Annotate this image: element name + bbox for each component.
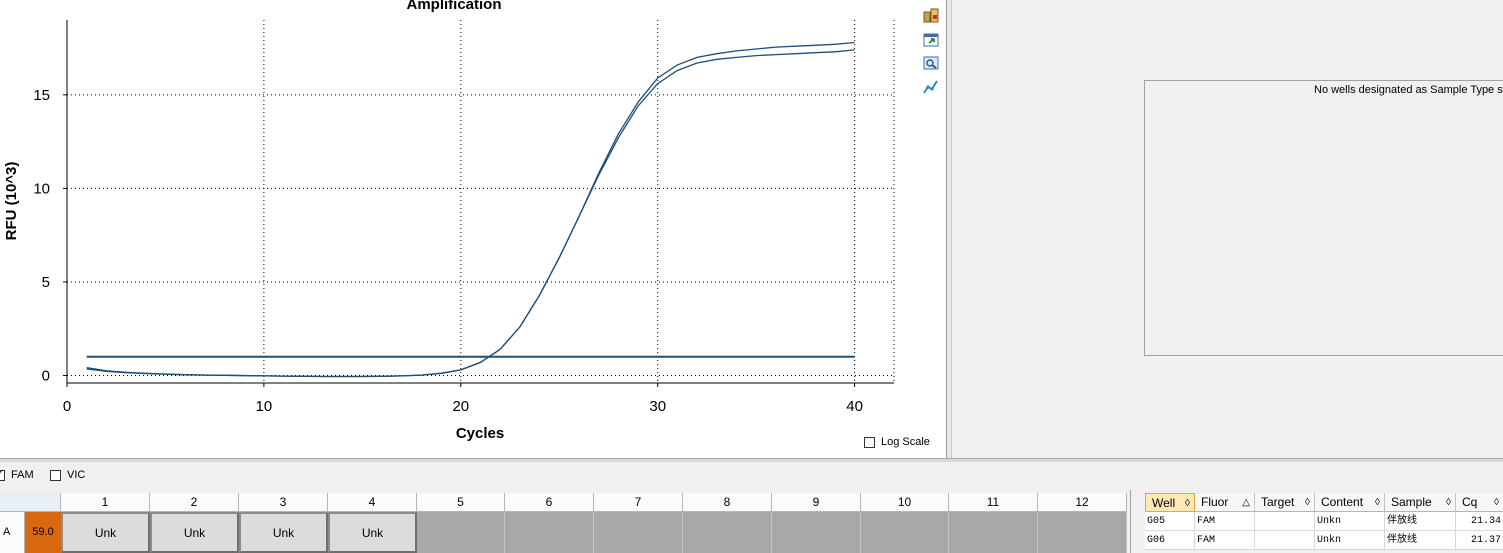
fam-checkbox[interactable]: [0, 467, 5, 481]
table-cell-well[interactable]: G06: [1145, 531, 1195, 550]
x-tick-label: 40: [846, 398, 863, 415]
well-a11[interactable]: [949, 512, 1038, 553]
table-cell-sample[interactable]: 伴放线: [1385, 512, 1456, 531]
column-header-3[interactable]: 3: [239, 493, 328, 512]
col-header-target[interactable]: Target ◊: [1255, 493, 1315, 512]
log-scale-toggle[interactable]: Log Scale: [864, 434, 930, 450]
table-cell-target[interactable]: [1255, 512, 1315, 531]
y-axis-title: RFU (10^3): [3, 162, 20, 241]
well-a4[interactable]: Unk: [328, 512, 417, 553]
amplification-curve-1: [86, 49, 855, 378]
well-a8[interactable]: [683, 512, 772, 553]
vic-label: VIC: [67, 469, 86, 481]
column-header-8[interactable]: 8: [683, 493, 772, 512]
zoom-chart-icon[interactable]: [922, 54, 940, 72]
x-tick-label: 0: [63, 398, 71, 415]
amplification-chart-panel: Amplification 0 10 20 30 40 0 5 10 15 Cycles RFU…: [0, 0, 946, 458]
col-header-cq[interactable]: Cq ◊: [1456, 493, 1503, 512]
chart-axes: [63, 20, 894, 387]
vic-toggle[interactable]: VIC: [50, 469, 85, 481]
fam-label: FAM: [11, 469, 34, 481]
well-a2[interactable]: Unk: [150, 512, 239, 553]
x-tick-label: 20: [452, 398, 469, 415]
col-header-well[interactable]: Well ◊: [1145, 493, 1195, 512]
plate-corner[interactable]: [0, 493, 61, 512]
trace-style-icon[interactable]: [922, 78, 940, 96]
log-scale-label: Log Scale: [881, 436, 930, 448]
col-header-fluor[interactable]: Fluor △: [1195, 493, 1255, 512]
plate-grid: 1 2 3 4 5 6 7 8 9 10 11 12 A 59.0 Unk Un…: [0, 490, 1130, 553]
col-header-sample[interactable]: Sample ◊: [1385, 493, 1456, 512]
column-header-5[interactable]: 5: [417, 493, 505, 512]
well-a3[interactable]: Unk: [239, 512, 328, 553]
column-header-4[interactable]: 4: [328, 493, 417, 512]
column-header-11[interactable]: 11: [949, 493, 1038, 512]
results-table: Well ◊ Fluor △ Target ◊ Content ◊ Sample ◊ Cq…: [1130, 490, 1503, 553]
chart-grid: [67, 20, 895, 383]
y-tick-label: 5: [42, 274, 50, 291]
y-tick-label: 10: [33, 180, 50, 197]
y-tick-label: 0: [42, 368, 50, 385]
x-axis-title: Cycles: [456, 425, 504, 442]
amplification-chart: Amplification 0 10 20 30 40 0 5 10 15 Cycles RFU…: [3, 0, 895, 442]
x-tick-label: 10: [256, 398, 273, 415]
row-temperature: 59.0: [25, 512, 61, 553]
y-tick-label: 15: [33, 87, 50, 104]
table-cell-sample[interactable]: 伴放线: [1385, 531, 1456, 550]
table-cell-content[interactable]: Unkn: [1315, 531, 1385, 550]
well-a1[interactable]: Unk: [61, 512, 150, 553]
well-a7[interactable]: [594, 512, 683, 553]
row-header-a[interactable]: A: [0, 512, 25, 553]
well-a9[interactable]: [772, 512, 861, 553]
fam-toggle[interactable]: FAM: [0, 467, 34, 481]
well-a5[interactable]: [417, 512, 505, 553]
vic-checkbox[interactable]: [50, 469, 61, 481]
column-header-10[interactable]: 10: [861, 493, 949, 512]
well-a12[interactable]: [1038, 512, 1127, 553]
table-cell-cq[interactable]: 21.37: [1456, 531, 1503, 550]
col-header-content[interactable]: Content ◊: [1315, 493, 1385, 512]
x-tick-label: 30: [649, 398, 666, 415]
export-chart-icon[interactable]: [922, 31, 940, 49]
table-cell-well[interactable]: G05: [1145, 512, 1195, 531]
well-a10[interactable]: [861, 512, 949, 553]
chart-toolbar: [918, 0, 944, 100]
chart-lines: [86, 41, 855, 378]
table-cell-fluor[interactable]: FAM: [1195, 531, 1255, 550]
standard-curve-message: No wells designated as Sample Type stand…: [1314, 84, 1503, 96]
chart-title: Amplification: [406, 0, 501, 13]
well-a6[interactable]: [505, 512, 594, 553]
standard-curve-box: No wells designated as Sample Type stand…: [1144, 80, 1503, 356]
log-scale-checkbox[interactable]: [864, 436, 875, 448]
fluorophore-bar: FAM VIC: [0, 462, 1503, 490]
table-cell-cq[interactable]: 21.34: [1456, 512, 1503, 531]
table-cell-content[interactable]: Unkn: [1315, 512, 1385, 531]
column-header-1[interactable]: 1: [61, 493, 150, 512]
chart-tick-labels: 0 10 20 30 40 0 5 10 15: [33, 87, 863, 415]
table-cell-target[interactable]: [1255, 531, 1315, 550]
column-header-12[interactable]: 12: [1038, 493, 1127, 512]
column-header-6[interactable]: 6: [505, 493, 594, 512]
copy-chart-icon[interactable]: [922, 6, 940, 24]
column-header-9[interactable]: 9: [772, 493, 861, 512]
amplification-curve-2: [86, 41, 855, 378]
column-header-7[interactable]: 7: [594, 493, 683, 512]
table-cell-fluor[interactable]: FAM: [1195, 512, 1255, 531]
column-header-2[interactable]: 2: [150, 493, 239, 512]
